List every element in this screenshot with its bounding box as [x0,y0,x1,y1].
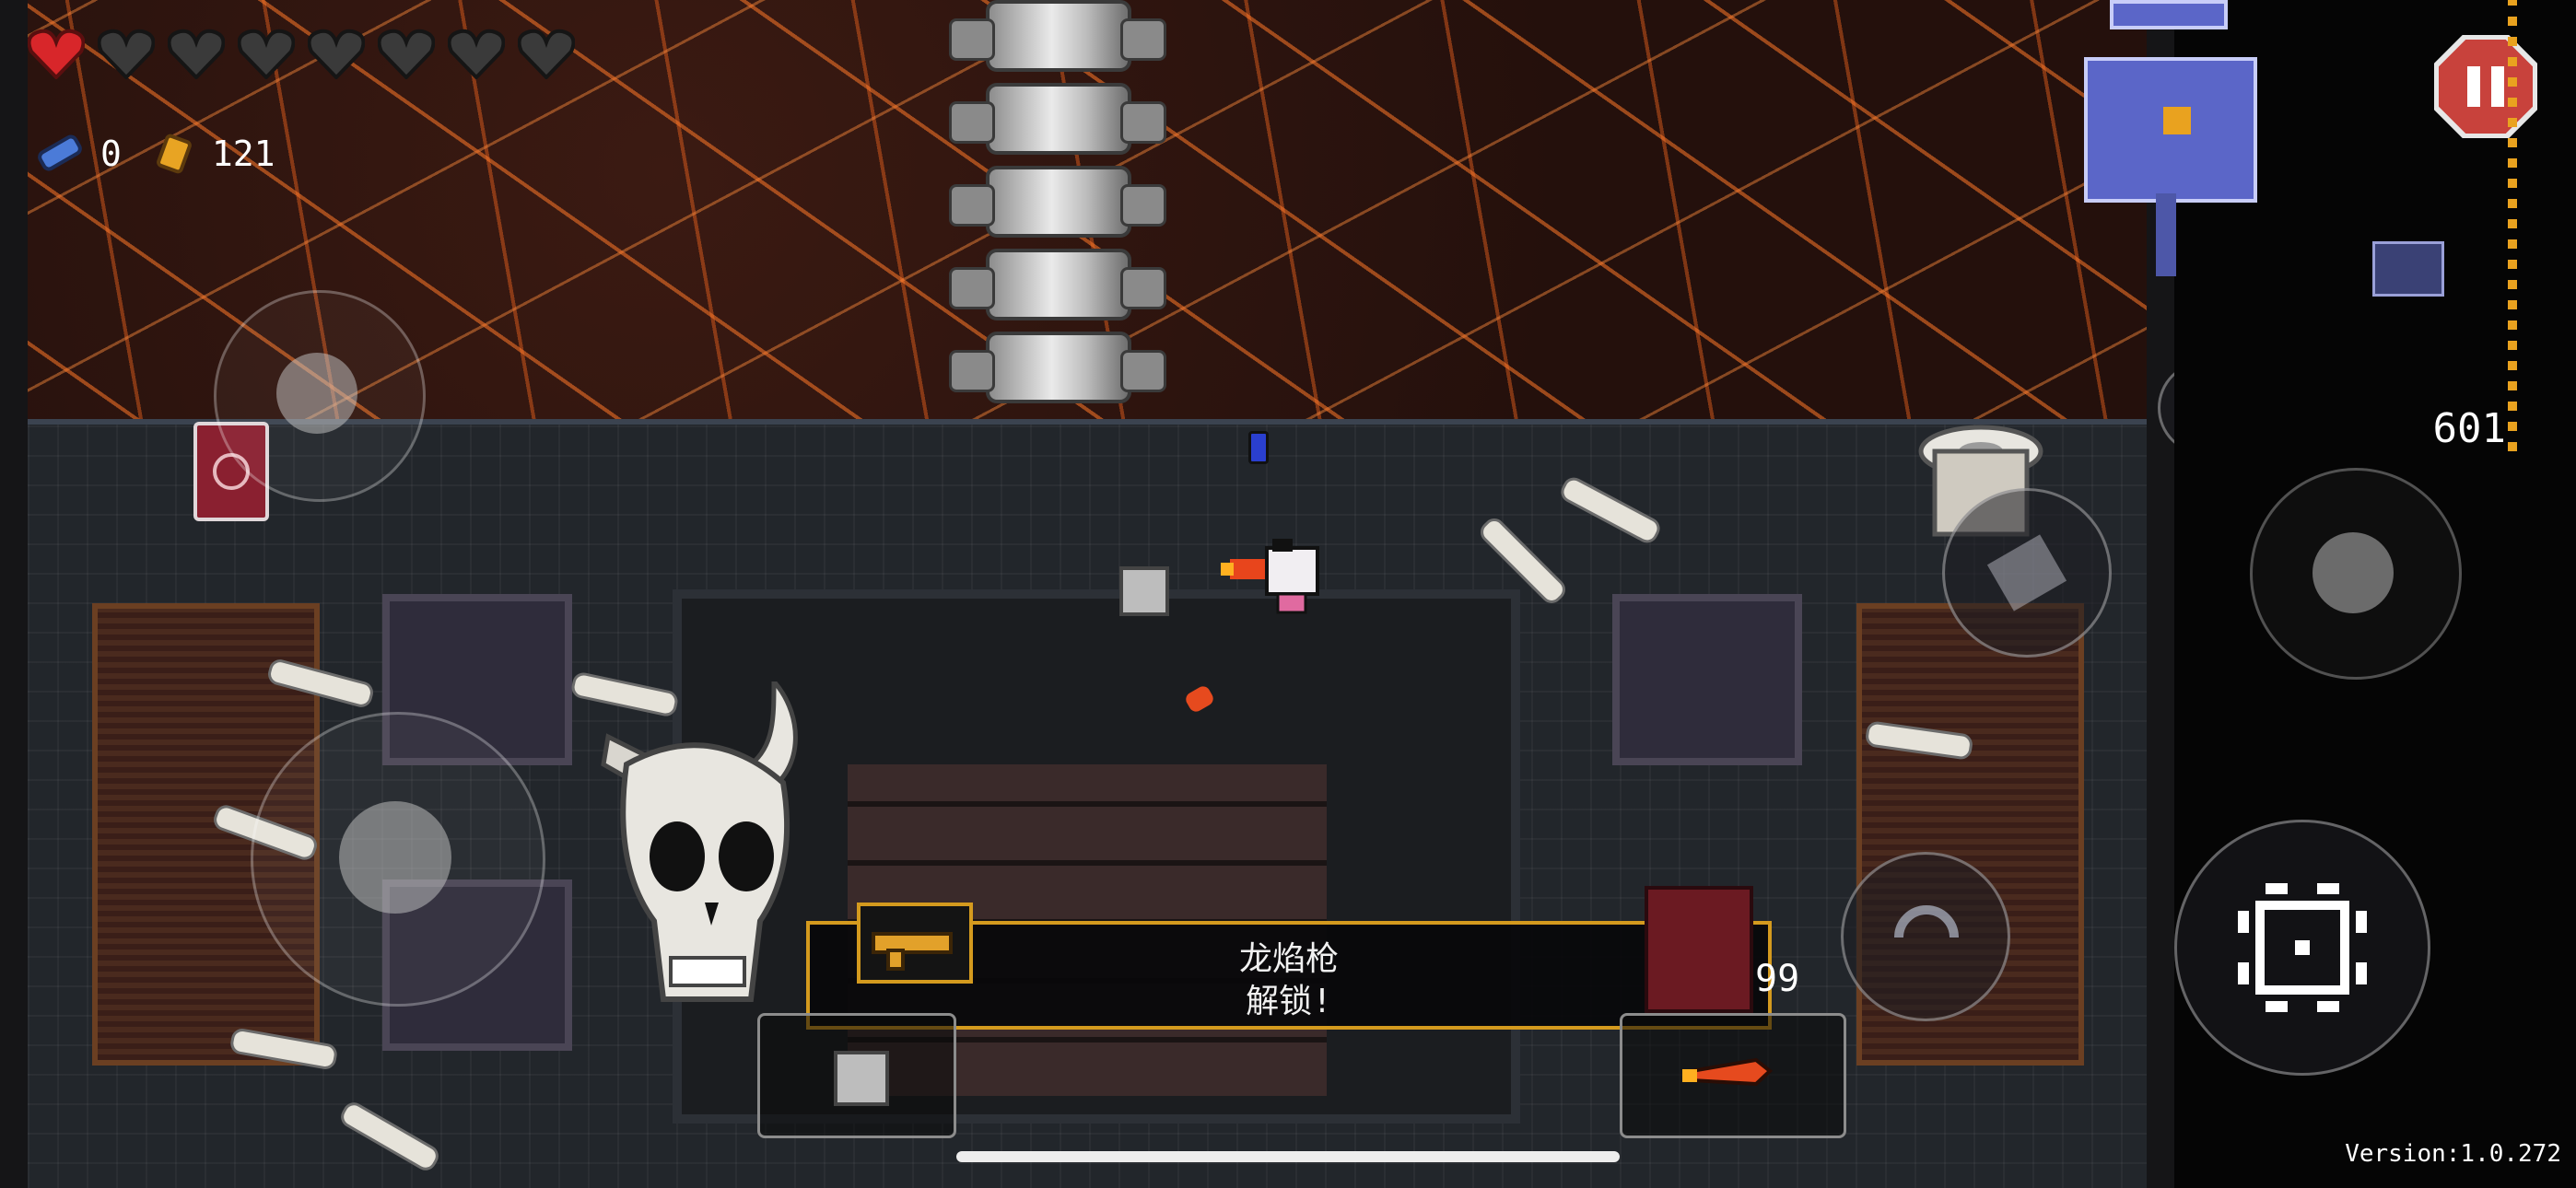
resource-counters: 0 121 [32,131,275,177]
shells-count: 121 [211,134,275,174]
blue-bullet-pickup [1248,431,1269,464]
right-joystick-knob[interactable] [2313,532,2394,613]
heart-empty-icon [238,29,295,79]
health-bar [28,28,575,79]
current-gun-slot[interactable] [1620,1013,1846,1138]
crosshair-icon [2238,883,2367,1012]
heart-empty-icon [168,29,225,79]
shell-currency-icon [156,134,192,174]
player-character [1221,539,1319,614]
unlocked-gun-frame [857,903,973,984]
player-marker-icon [2163,107,2191,134]
minimap-room [2110,0,2228,29]
blanks-count: 0 [100,134,122,174]
score-readout: 601 [2432,405,2506,452]
chest-item [1645,886,1753,1013]
heart-full-icon [28,29,85,79]
dodge-roll-icon [1894,905,1959,938]
ammo-count: 99 [1755,958,1800,1000]
giant-spine-bones [949,0,1166,414]
depth-ruler [2508,0,2517,451]
floor-item-box [1119,566,1169,616]
heart-empty-icon [518,29,575,79]
heart-empty-icon [308,29,365,79]
reload-button[interactable] [1942,488,2112,658]
active-item-slot[interactable] [757,1013,956,1138]
reload-icon [1986,534,2067,611]
secondary-map-marker [2372,241,2444,297]
blank-icon [38,134,82,171]
gun-icon [1682,1057,1774,1087]
heart-empty-icon [98,29,155,79]
minimap-corridor [2156,193,2176,276]
dodge-button[interactable] [1841,852,2010,1021]
minimap[interactable] [2084,57,2257,203]
heart-empty-icon [378,29,435,79]
heart-empty-icon [448,29,505,79]
aim-joystick-knob[interactable] [276,353,357,434]
home-indicator[interactable] [956,1151,1620,1162]
move-joystick-knob[interactable] [339,801,451,914]
active-item-icon [834,1051,889,1106]
version-label: Version:1.0.272 [2345,1140,2561,1168]
dragon-skull [601,681,798,1002]
fire-button[interactable] [2174,820,2430,1076]
floor-pad [1612,594,1802,765]
pause-icon [2467,66,2480,107]
dragon-flame-gun-icon [872,932,953,971]
pause-button[interactable] [2434,35,2537,138]
